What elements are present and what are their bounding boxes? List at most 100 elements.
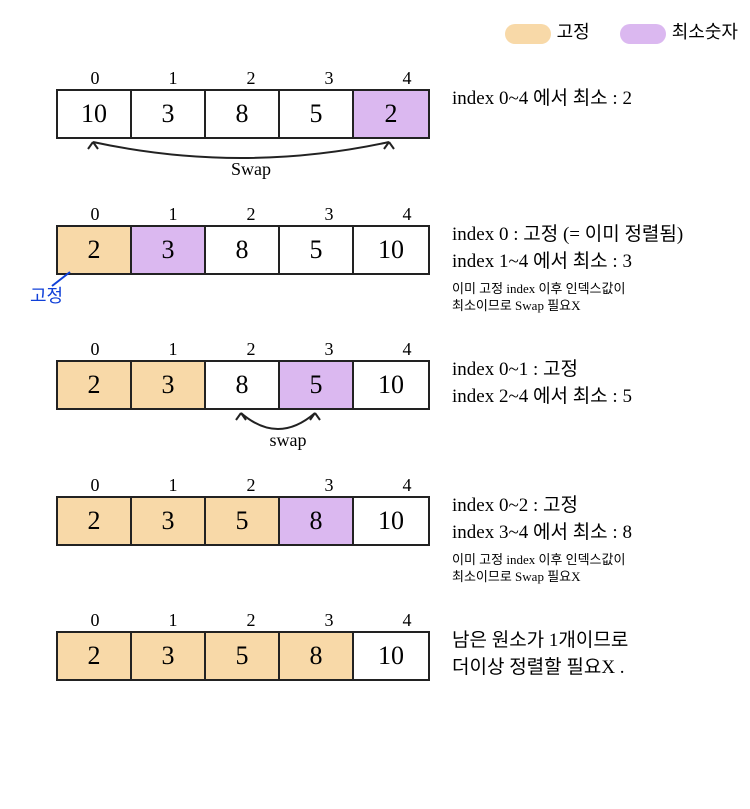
- note-line: index 0 : 고정 (= 이미 정렬됨): [452, 222, 738, 249]
- index-row: 01234: [12, 204, 452, 225]
- note-line: 더이상 정렬할 필요X .: [452, 655, 738, 682]
- step: 01234103852Swapindex 0~4 에서 최소 : 2: [12, 68, 738, 180]
- array-cell: 2: [58, 362, 132, 408]
- array-cells: 235810: [56, 631, 430, 681]
- array-cell: 5: [280, 91, 354, 137]
- array-cell: 8: [280, 633, 354, 679]
- index-label: 4: [368, 339, 446, 360]
- note-sub-line: 이미 고정 index 이후 인덱스값이: [452, 552, 738, 569]
- array-cell: 10: [354, 498, 428, 544]
- note-line: index 1~4 에서 최소 : 3: [452, 249, 738, 276]
- index-label: 1: [134, 475, 212, 496]
- index-label: 1: [134, 339, 212, 360]
- index-label: 2: [212, 68, 290, 89]
- note-line: index 0~4 에서 최소 : 2: [452, 86, 738, 113]
- legend-min: 최소숫자: [620, 18, 738, 44]
- leader-line-icon: [50, 270, 80, 290]
- note-line: index 3~4 에서 최소 : 8: [452, 520, 738, 547]
- swatch-fixed: [505, 24, 551, 44]
- index-label: 0: [56, 610, 134, 631]
- legend: 고정 최소숫자: [12, 18, 738, 44]
- note-sub-line: 최소이므로 Swap 필요X: [452, 569, 738, 586]
- legend-fixed-label: 고정: [557, 22, 590, 42]
- index-label: 4: [368, 610, 446, 631]
- note-sub-line: 최소이므로 Swap 필요X: [452, 298, 738, 315]
- index-label: 4: [368, 204, 446, 225]
- index-row: 01234: [12, 339, 452, 360]
- note-line: 남은 원소가 1개이므로: [452, 628, 738, 655]
- array-cell: 3: [132, 227, 206, 273]
- step: 01234235810index 0~2 : 고정index 3~4 에서 최소…: [12, 475, 738, 586]
- array-cell: 10: [354, 633, 428, 679]
- step-notes: index 0 : 고정 (= 이미 정렬됨)index 1~4 에서 최소 :…: [452, 204, 738, 315]
- array-cell: 10: [354, 227, 428, 273]
- array-cell: 3: [132, 633, 206, 679]
- index-label: 0: [56, 204, 134, 225]
- index-label: 3: [290, 339, 368, 360]
- array-cell: 5: [206, 633, 280, 679]
- note-line: index 0~2 : 고정: [452, 493, 738, 520]
- step-notes: index 0~4 에서 최소 : 2: [452, 68, 738, 113]
- step: 01234238510고정index 0 : 고정 (= 이미 정렬됨)inde…: [12, 204, 738, 315]
- index-row: 01234: [12, 68, 452, 89]
- array-cell: 2: [354, 91, 428, 137]
- array-cell: 8: [206, 227, 280, 273]
- legend-fixed: 고정: [505, 18, 590, 44]
- array-wrap: 01234238510고정: [12, 204, 452, 275]
- array-wrap: 01234235810: [12, 475, 452, 546]
- array-cell: 5: [280, 362, 354, 408]
- array-cell: 8: [206, 362, 280, 408]
- array-cells: 103852: [56, 89, 430, 139]
- index-row: 01234: [12, 475, 452, 496]
- array-wrap: 01234103852Swap: [12, 68, 452, 180]
- array-cell: 5: [206, 498, 280, 544]
- step-notes: index 0~1 : 고정index 2~4 에서 최소 : 5: [452, 339, 738, 410]
- array-cell: 10: [354, 362, 428, 408]
- step-notes: index 0~2 : 고정index 3~4 에서 최소 : 8 이미 고정 i…: [452, 475, 738, 586]
- legend-min-label: 최소숫자: [672, 22, 738, 42]
- index-row: 01234: [12, 610, 452, 631]
- array-wrap: 01234238510swap: [12, 339, 452, 451]
- note-sub: 이미 고정 index 이후 인덱스값이최소이므로 Swap 필요X: [452, 281, 738, 315]
- note-line: index 0~1 : 고정: [452, 357, 738, 384]
- index-label: 4: [368, 475, 446, 496]
- index-label: 3: [290, 475, 368, 496]
- array-cell: 2: [58, 227, 132, 273]
- index-label: 1: [134, 610, 212, 631]
- array-cell: 10: [58, 91, 132, 137]
- array-cell: 2: [58, 633, 132, 679]
- index-label: 2: [212, 204, 290, 225]
- index-label: 0: [56, 68, 134, 89]
- array-cell: 8: [280, 498, 354, 544]
- array-wrap: 01234235810: [12, 610, 452, 681]
- array-cell: 8: [206, 91, 280, 137]
- step: 01234235810남은 원소가 1개이므로더이상 정렬할 필요X .: [12, 610, 738, 681]
- index-label: 3: [290, 204, 368, 225]
- array-cells: 235810: [56, 496, 430, 546]
- swap-arc-icon: [12, 138, 452, 178]
- swap-arc-icon: [12, 409, 452, 449]
- index-label: 2: [212, 610, 290, 631]
- index-label: 1: [134, 204, 212, 225]
- note-sub-line: 이미 고정 index 이후 인덱스값이: [452, 281, 738, 298]
- index-label: 3: [290, 68, 368, 89]
- array-cell: 3: [132, 362, 206, 408]
- index-label: 0: [56, 339, 134, 360]
- index-label: 1: [134, 68, 212, 89]
- array-cell: 2: [58, 498, 132, 544]
- index-label: 3: [290, 610, 368, 631]
- note-sub: 이미 고정 index 이후 인덱스값이최소이므로 Swap 필요X: [452, 552, 738, 586]
- step: 01234238510swapindex 0~1 : 고정index 2~4 에…: [12, 339, 738, 451]
- array-cell: 3: [132, 498, 206, 544]
- array-cells: 238510: [56, 360, 430, 410]
- note-line: index 2~4 에서 최소 : 5: [452, 384, 738, 411]
- index-label: 2: [212, 339, 290, 360]
- steps-container: 01234103852Swapindex 0~4 에서 최소 : 2012342…: [12, 68, 738, 681]
- index-label: 0: [56, 475, 134, 496]
- array-cells: 238510: [56, 225, 430, 275]
- step-notes: 남은 원소가 1개이므로더이상 정렬할 필요X .: [452, 610, 738, 681]
- swatch-min: [620, 24, 666, 44]
- index-label: 2: [212, 475, 290, 496]
- index-label: 4: [368, 68, 446, 89]
- array-cell: 3: [132, 91, 206, 137]
